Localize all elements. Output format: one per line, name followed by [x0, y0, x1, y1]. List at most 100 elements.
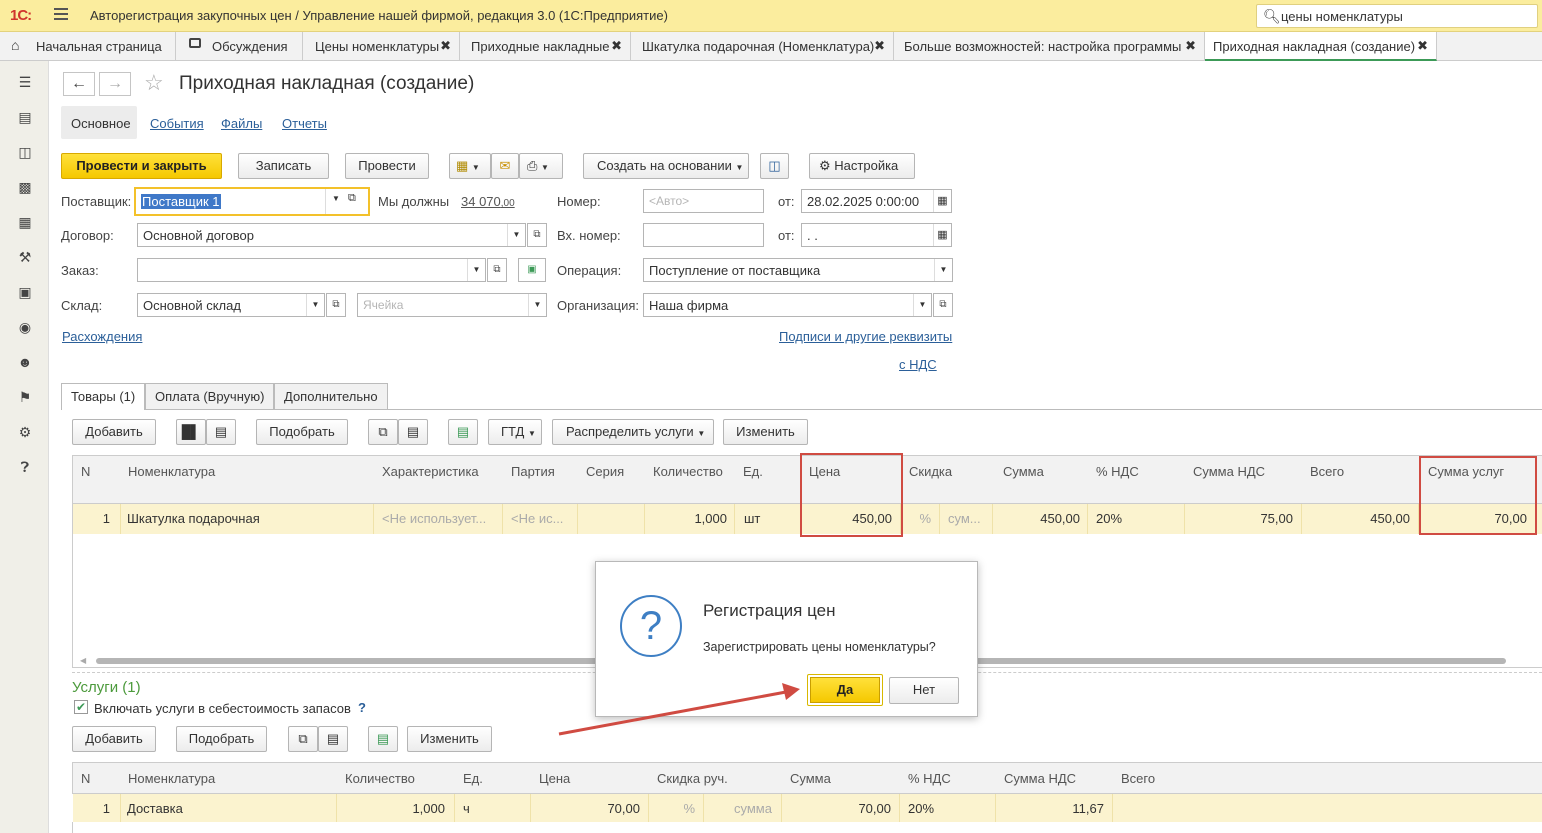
column-header[interactable]: Сумма — [790, 771, 831, 786]
column-header[interactable]: Ед. — [743, 464, 763, 479]
chevron-down-icon[interactable]: ▼ — [507, 224, 525, 246]
gtd-button[interactable]: ГТД ▼ — [488, 419, 542, 445]
goods-add-button[interactable]: Добавить — [72, 419, 156, 445]
column-header[interactable]: Сумма НДС — [1004, 771, 1076, 786]
column-header[interactable]: Сумма — [1003, 464, 1044, 479]
calendar-icon[interactable]: ▦ — [933, 224, 951, 246]
mail-icon[interactable]: ✉ — [491, 153, 519, 179]
dashboard-icon[interactable]: ▦ — [17, 214, 33, 230]
gear-icon[interactable]: ⚙ — [17, 424, 33, 440]
help-icon[interactable]: ❓︎ — [17, 459, 33, 475]
number-field[interactable]: <Авто> — [643, 189, 764, 213]
services-add-button[interactable]: Добавить — [72, 726, 156, 752]
open-icon[interactable]: ⧉ — [487, 258, 507, 282]
tab-gift-box-item[interactable]: Шкатулка подарочная (Номенклатура) ✖︎ — [631, 32, 894, 61]
column-header[interactable]: Серия — [586, 464, 624, 479]
include-services-checkbox[interactable]: ✔ — [74, 700, 88, 714]
open-icon[interactable]: ⧉ — [348, 192, 356, 205]
tools-icon[interactable]: ⚒ — [17, 249, 33, 265]
post-button[interactable]: Провести — [345, 153, 429, 179]
table-fill-icon[interactable]: ▤ — [448, 419, 478, 445]
ruble-icon[interactable]: ◉ — [17, 319, 33, 335]
structure-icon[interactable]: ◫ — [760, 153, 789, 179]
copy-icon[interactable]: ⧉ — [368, 419, 398, 445]
table-row[interactable]: 1 Доставка 1,000 ч 70,00 % сумма 70,00 2… — [73, 794, 1542, 822]
menu-icon[interactable]: ☰ — [17, 74, 33, 90]
table-fill-icon[interactable]: ▤ — [368, 726, 398, 752]
tab-receipt-invoices[interactable]: Приходные накладные ✖︎ — [460, 32, 631, 61]
operation-field[interactable]: Поступление от поставщика ▼ — [643, 258, 953, 282]
column-header[interactable]: Номенклатура — [128, 464, 215, 479]
column-header[interactable]: Сумма НДС — [1193, 464, 1265, 479]
supplier-field[interactable]: Поставщик 1 ▼ ⧉ — [134, 187, 370, 216]
section-reports[interactable]: Отчеты — [282, 116, 327, 131]
incoming-date-field[interactable]: . . ▦ — [801, 223, 952, 247]
tab-discussions[interactable]: Обсуждения — [176, 32, 303, 61]
contacts-icon[interactable]: ▤ — [17, 109, 33, 125]
column-header[interactable]: N — [81, 771, 90, 786]
services-change-button[interactable]: Изменить — [407, 726, 492, 752]
flag-icon[interactable]: ⚑ — [17, 389, 33, 405]
post-and-close-button[interactable]: Провести и закрыть — [61, 153, 222, 179]
chevron-down-icon[interactable]: ▼ — [934, 259, 952, 281]
storage-bin-field[interactable]: Ячейка ▼ — [357, 293, 547, 317]
fill-order-icon[interactable]: ▣ — [518, 258, 546, 282]
chevron-down-icon[interactable]: ▼ — [467, 259, 485, 281]
calendar-icon[interactable]: ▦ — [933, 190, 951, 212]
basket-icon[interactable]: ◫ — [17, 144, 33, 160]
close-icon[interactable]: ✖︎ — [1417, 38, 1428, 54]
column-header[interactable]: Номенклатура — [128, 771, 215, 786]
paste-icon[interactable]: ▤ — [398, 419, 428, 445]
global-search-input[interactable]: 🔍︎ цены номенклатуры — [1256, 4, 1538, 28]
column-header[interactable]: Скидка — [909, 464, 952, 479]
date-field[interactable]: 28.02.2025 0:00:00 ▦ — [801, 189, 952, 213]
column-header[interactable]: N — [81, 464, 90, 479]
chevron-down-icon[interactable]: ▼ — [306, 294, 324, 316]
tab-more-features[interactable]: Больше возможностей: настройка программы… — [894, 32, 1205, 61]
goods-change-button[interactable]: Изменить — [723, 419, 808, 445]
chevron-down-icon[interactable]: ▼ — [528, 294, 546, 316]
column-header[interactable]: Количество — [345, 771, 415, 786]
we-owe-link[interactable]: 34 070,00 — [461, 194, 515, 209]
tab-nomenclature-prices[interactable]: Цены номенклатуры ✖︎ — [303, 32, 460, 61]
section-main[interactable]: Основное — [61, 106, 137, 139]
vat-mode-link[interactable]: с НДС — [899, 357, 937, 372]
organization-field[interactable]: Наша фирма ▼ — [643, 293, 932, 317]
create-based-on-button[interactable]: Создать на основании ▼ — [583, 153, 749, 179]
column-header[interactable]: Цена — [539, 771, 570, 786]
tab-payment[interactable]: Оплата (Вручную) — [145, 383, 275, 409]
no-button[interactable]: Нет — [889, 677, 959, 704]
column-header[interactable]: % НДС — [908, 771, 951, 786]
chevron-down-icon[interactable]: ▼ — [913, 294, 931, 316]
section-events[interactable]: События — [150, 116, 204, 131]
paste-icon[interactable]: ▤ — [318, 726, 348, 752]
order-field[interactable]: ▼ — [137, 258, 486, 282]
signatures-link[interactable]: Подписи и другие реквизиты — [779, 329, 952, 344]
column-header[interactable]: Партия — [511, 464, 555, 479]
contract-field[interactable]: Основной договор ▼ — [137, 223, 526, 247]
column-header[interactable]: Скидка руч. — [657, 771, 728, 786]
cart-icon[interactable]: ▩ — [17, 179, 33, 195]
incoming-number-field[interactable] — [643, 223, 764, 247]
distribute-services-button[interactable]: Распределить услуги ▼ — [552, 419, 714, 445]
discrepancies-link[interactable]: Расхождения — [62, 329, 142, 344]
scroll-left-icon[interactable]: ◀ — [80, 656, 88, 665]
chevron-down-icon[interactable]: ▼ — [332, 194, 340, 203]
help-icon[interactable]: ? — [358, 700, 366, 715]
copy-icon[interactable]: ⧉ — [288, 726, 318, 752]
favorite-star-icon[interactable]: ☆ — [144, 70, 164, 96]
print-button[interactable]: ⎙ ▼ — [519, 153, 563, 179]
back-button[interactable]: ← — [63, 72, 95, 96]
column-header[interactable]: % НДС — [1096, 464, 1139, 479]
main-menu-icon[interactable] — [54, 8, 68, 22]
factory-icon[interactable]: ▣ — [17, 284, 33, 300]
column-header[interactable]: Характеристика — [382, 464, 479, 479]
close-icon[interactable]: ✖︎ — [440, 38, 451, 54]
yes-button[interactable]: Да — [810, 677, 880, 703]
users-icon[interactable]: ☻ — [17, 354, 33, 370]
column-header[interactable]: Ед. — [463, 771, 483, 786]
open-icon[interactable]: ⧉ — [527, 223, 547, 247]
close-icon[interactable]: ✖︎ — [874, 38, 885, 54]
save-button[interactable]: Записать — [238, 153, 329, 179]
tab-goods[interactable]: Товары (1) — [61, 383, 146, 410]
